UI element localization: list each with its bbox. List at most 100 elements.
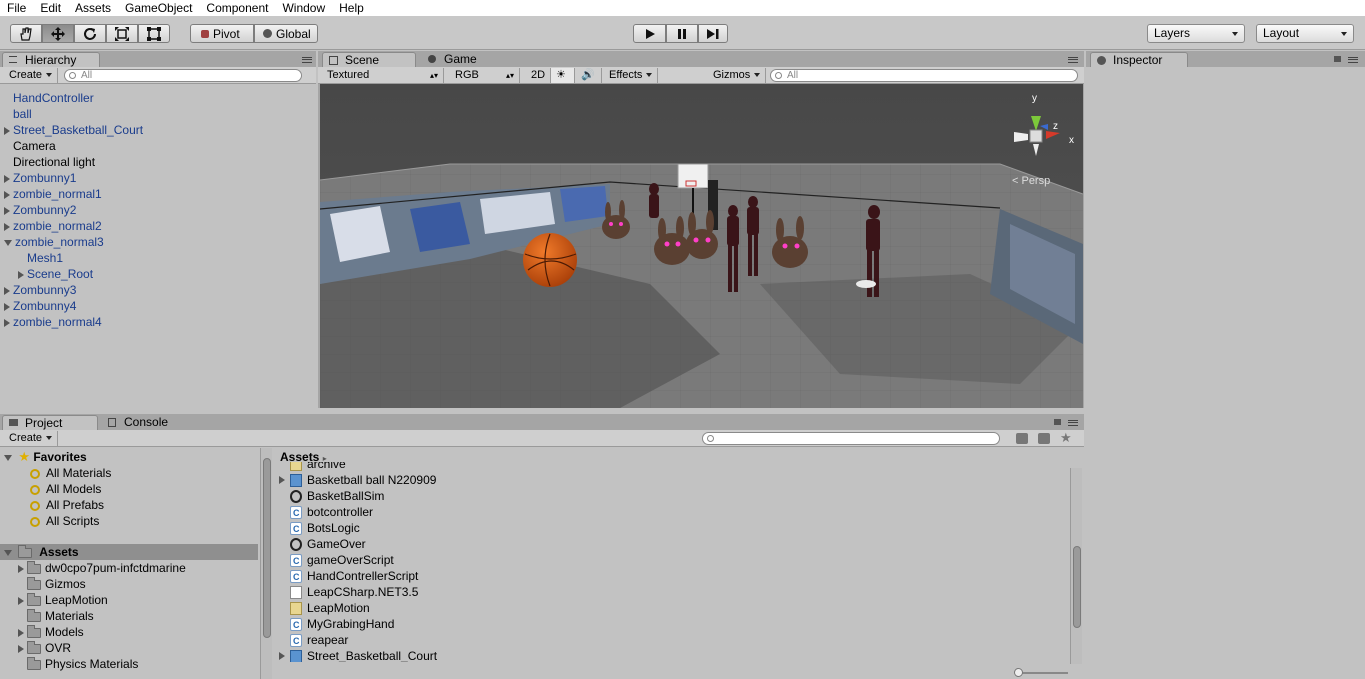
- asset-item[interactable]: GameOver: [290, 536, 366, 552]
- unity-icon: [290, 538, 302, 552]
- audio-toggle[interactable]: 🔊: [576, 68, 602, 83]
- scene-search-input[interactable]: All: [770, 69, 1078, 82]
- play-button[interactable]: [633, 24, 666, 43]
- menu-edit[interactable]: Edit: [33, 0, 68, 16]
- hand-tool-button[interactable]: [10, 24, 42, 43]
- scene-viewport[interactable]: y z x < Persp: [320, 84, 1083, 408]
- filter-label-icon[interactable]: [1038, 433, 1050, 444]
- fold-closed-icon[interactable]: [18, 270, 24, 279]
- asset-item[interactable]: BotsLogic: [290, 520, 360, 537]
- slider-knob[interactable]: [1014, 668, 1023, 677]
- persp-label[interactable]: < Persp: [1012, 175, 1050, 187]
- hierarchy-item-label: Camera: [13, 139, 56, 153]
- asset-item[interactable]: botcontroller: [290, 504, 373, 521]
- menu-assets[interactable]: Assets: [68, 0, 118, 16]
- panel-menu-icon[interactable]: [1068, 420, 1078, 426]
- fold-closed-icon[interactable]: [4, 302, 10, 311]
- tab-game[interactable]: Game: [422, 52, 502, 67]
- global-toggle-button[interactable]: Global: [254, 24, 318, 43]
- menu-gameobject[interactable]: GameObject: [118, 0, 199, 16]
- fold-closed-icon[interactable]: [279, 652, 285, 660]
- fold-closed-icon[interactable]: [4, 174, 10, 183]
- fold-closed-icon[interactable]: [4, 126, 10, 135]
- hierarchy-search-input[interactable]: All: [64, 69, 302, 82]
- hierarchy-item[interactable]: Zombunny4: [4, 298, 76, 314]
- asset-item[interactable]: BasketBallSim: [290, 488, 384, 504]
- rotate-tool-button[interactable]: [74, 24, 106, 43]
- menu-component[interactable]: Component: [199, 0, 275, 16]
- lock-icon[interactable]: [1334, 56, 1341, 62]
- menu-help[interactable]: Help: [332, 0, 371, 16]
- hierarchy-list: HandController ball Street_Basketball_Cour…: [0, 88, 316, 408]
- colormode-dropdown[interactable]: RGB ▴▾: [450, 68, 520, 83]
- tab-project[interactable]: Project: [2, 415, 98, 430]
- gizmos-dropdown[interactable]: Gizmos: [708, 68, 767, 83]
- fold-closed-icon[interactable]: [4, 190, 10, 199]
- move-tool-button[interactable]: [42, 24, 74, 43]
- pivot-toggle-button[interactable]: Pivot: [190, 24, 254, 43]
- project-search-input[interactable]: [702, 432, 1000, 445]
- fold-closed-icon[interactable]: [4, 222, 10, 231]
- hierarchy-create-button[interactable]: Create: [4, 68, 59, 83]
- hierarchy-item[interactable]: zombie_normal1: [4, 186, 102, 202]
- scroll-thumb[interactable]: [1073, 546, 1081, 628]
- asset-item[interactable]: MyGrabingHand: [290, 616, 394, 633]
- fold-closed-icon[interactable]: [4, 206, 10, 215]
- project-create-button[interactable]: Create: [4, 431, 59, 446]
- asset-item[interactable]: archive: [290, 462, 346, 472]
- hierarchy-item[interactable]: Camera: [4, 138, 56, 154]
- favorite-star-icon[interactable]: ★: [1060, 430, 1072, 446]
- panel-menu-icon[interactable]: [1348, 57, 1358, 63]
- asset-item[interactable]: LeapMotion: [290, 600, 370, 616]
- rect-tool-button[interactable]: [138, 24, 170, 43]
- asset-label: HandContrellerScript: [307, 569, 419, 583]
- asset-item[interactable]: reapear: [290, 632, 348, 649]
- hierarchy-item[interactable]: Zombunny3: [4, 282, 76, 298]
- fold-closed-icon[interactable]: [4, 318, 10, 327]
- panel-menu-icon[interactable]: [302, 57, 312, 63]
- tab-hierarchy[interactable]: Hierarchy: [2, 52, 100, 67]
- asset-list-scrollbar[interactable]: [1070, 468, 1082, 664]
- tab-scene[interactable]: Scene: [322, 52, 416, 67]
- hierarchy-item[interactable]: zombie_normal4: [4, 314, 102, 330]
- asset-item[interactable]: LeapCSharp.NET3.5: [290, 584, 418, 600]
- tab-console[interactable]: Console: [102, 415, 192, 430]
- asset-item[interactable]: Basketball ball N220909: [279, 472, 436, 488]
- asset-item[interactable]: Street_Basketball_Court: [279, 648, 437, 662]
- hierarchy-item[interactable]: zombie_normal3: [4, 234, 104, 250]
- effects-dropdown[interactable]: Effects: [604, 68, 659, 83]
- fold-closed-icon[interactable]: [4, 286, 10, 295]
- hierarchy-item[interactable]: Directional light: [4, 154, 95, 170]
- asset-item[interactable]: gameOverScript: [290, 552, 394, 569]
- layers-dropdown[interactable]: Layers: [1147, 24, 1245, 43]
- step-button[interactable]: [698, 24, 728, 43]
- hierarchy-item-label: HandController: [13, 91, 94, 105]
- pause-button[interactable]: [666, 24, 698, 43]
- hierarchy-item[interactable]: Zombunny1: [4, 170, 76, 186]
- lighting-toggle[interactable]: ☀: [551, 68, 575, 83]
- fold-open-icon[interactable]: [4, 239, 12, 246]
- hierarchy-item[interactable]: HandController: [4, 90, 94, 106]
- hierarchy-item[interactable]: Zombunny2: [4, 202, 76, 218]
- asset-item[interactable]: HandContrellerScript: [290, 568, 419, 585]
- filter-type-icon[interactable]: [1016, 433, 1028, 444]
- toggle-2d-button[interactable]: 2D: [526, 68, 552, 83]
- menu-file[interactable]: File: [0, 0, 33, 16]
- hierarchy-item[interactable]: zombie_normal2: [4, 218, 102, 234]
- hierarchy-item[interactable]: ball: [4, 106, 32, 122]
- panel-menu-icon[interactable]: [1068, 57, 1078, 63]
- scale-tool-button[interactable]: [106, 24, 138, 43]
- menu-window[interactable]: Window: [275, 0, 332, 16]
- hierarchy-item[interactable]: Scene_Root: [18, 266, 93, 282]
- hierarchy-item[interactable]: Street_Basketball_Court: [4, 122, 143, 138]
- rotate-tool-icon: [84, 27, 96, 40]
- script-icon: [290, 617, 302, 633]
- fold-closed-icon[interactable]: [279, 476, 285, 484]
- layout-dropdown[interactable]: Layout: [1256, 24, 1354, 43]
- icon-size-slider[interactable]: [1014, 668, 1068, 677]
- shading-dropdown[interactable]: Textured ▴▾: [322, 68, 444, 83]
- tab-inspector[interactable]: Inspector: [1090, 52, 1188, 67]
- lock-icon[interactable]: [1054, 419, 1061, 425]
- hierarchy-item[interactable]: Mesh1: [18, 250, 63, 266]
- hierarchy-item-label: Zombunny1: [13, 171, 77, 185]
